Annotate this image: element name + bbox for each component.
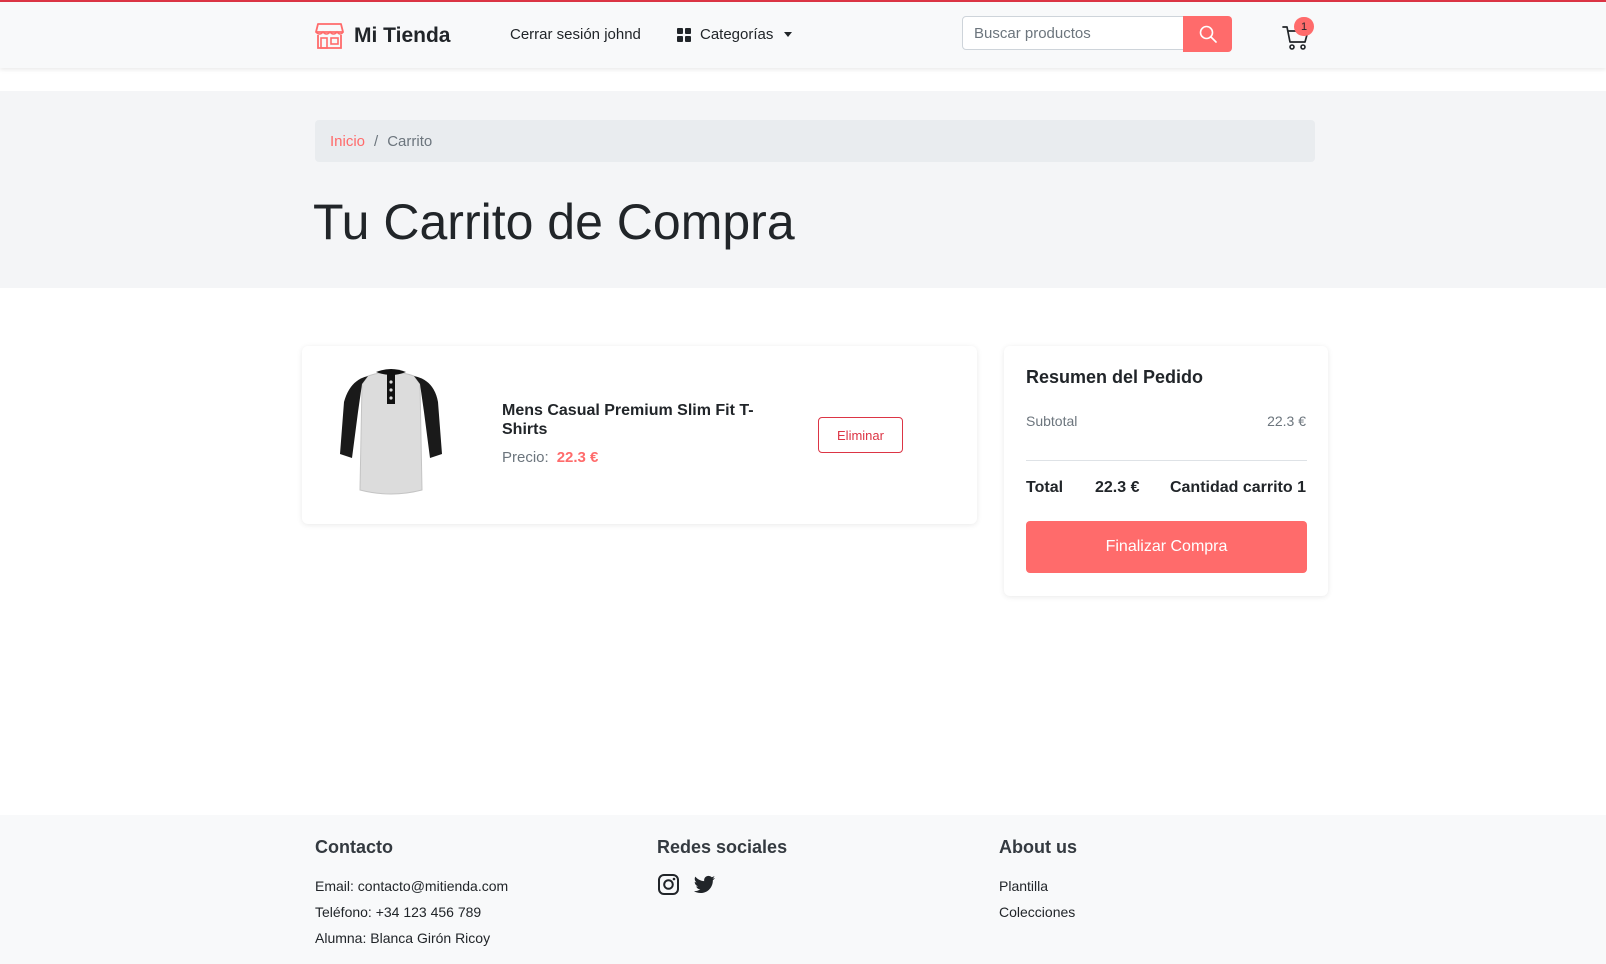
remove-item-button[interactable]: Eliminar: [818, 417, 903, 453]
breadcrumb-separator: /: [374, 132, 379, 150]
logout-link[interactable]: Cerrar sesión johnd: [510, 26, 641, 43]
footer-phone: Teléfono: +34 123 456 789: [315, 904, 482, 920]
page-title: Tu Carrito de Compra: [313, 194, 795, 250]
footer-social-title: Redes sociales: [657, 837, 788, 857]
footer-email: Email: contacto@mitienda.com: [315, 878, 509, 894]
breadcrumb-home-link[interactable]: Inicio: [330, 133, 365, 150]
total-value: 22.3 €: [1095, 479, 1140, 496]
price-value: 22.3 €: [556, 449, 599, 466]
checkout-button[interactable]: Finalizar Compra: [1026, 521, 1307, 573]
brand-name: Mi Tienda: [354, 23, 451, 47]
footer-student: Alumna: Blanca Girón Ricoy: [315, 930, 491, 946]
subtotal-label: Subtotal: [1026, 413, 1078, 429]
summary-divider: [1026, 460, 1307, 461]
footer-contact-title: Contacto: [315, 837, 393, 857]
search-icon: [1199, 25, 1217, 43]
product-image: [340, 369, 442, 495]
categories-dropdown[interactable]: Categorías: [677, 26, 793, 43]
footer-link-plantilla[interactable]: Plantilla: [999, 873, 1077, 899]
product-title[interactable]: Mens Casual Premium Slim Fit T-Shirts: [502, 401, 772, 439]
cart-count-badge: 1: [1294, 17, 1314, 36]
footer: Contacto Email: contacto@mitienda.com Te…: [0, 815, 1606, 964]
twitter-icon[interactable]: [693, 873, 716, 896]
categories-label: Categorías: [700, 26, 774, 43]
search-input[interactable]: [962, 16, 1184, 50]
footer-link-colecciones[interactable]: Colecciones: [999, 899, 1077, 925]
navbar: Mi Tienda Cerrar sesión johnd Categorías…: [0, 2, 1606, 68]
footer-about-title: About us: [999, 837, 1077, 857]
grid-icon: [677, 27, 691, 42]
breadcrumb-current: Carrito: [387, 132, 433, 150]
order-summary-card: Resumen del Pedido Subtotal 22.3 € Total…: [1004, 346, 1328, 596]
footer-social: Redes sociales: [657, 837, 787, 896]
breadcrumb: Inicio / Carrito: [315, 120, 1315, 162]
price-label: Precio:: [502, 449, 549, 466]
subtotal-value: 22.3 €: [1267, 413, 1306, 429]
chevron-down-icon: [784, 32, 793, 37]
price-row: Precio: 22.3 €: [502, 449, 598, 466]
shop-icon: [315, 23, 344, 49]
footer-about: About us Plantilla Colecciones: [999, 837, 1077, 925]
footer-contact: Contacto Email: contacto@mitienda.com Te…: [315, 837, 508, 951]
summary-title: Resumen del Pedido: [1026, 367, 1204, 387]
instagram-icon[interactable]: [657, 873, 680, 896]
cart-item-card: Mens Casual Premium Slim Fit T-Shirts Pr…: [302, 346, 977, 524]
total-label: Total: [1026, 479, 1064, 496]
brand-link[interactable]: Mi Tienda: [315, 21, 450, 50]
search-button[interactable]: [1183, 16, 1232, 52]
cart-quantity-label: Cantidad carrito 1: [1169, 479, 1306, 496]
